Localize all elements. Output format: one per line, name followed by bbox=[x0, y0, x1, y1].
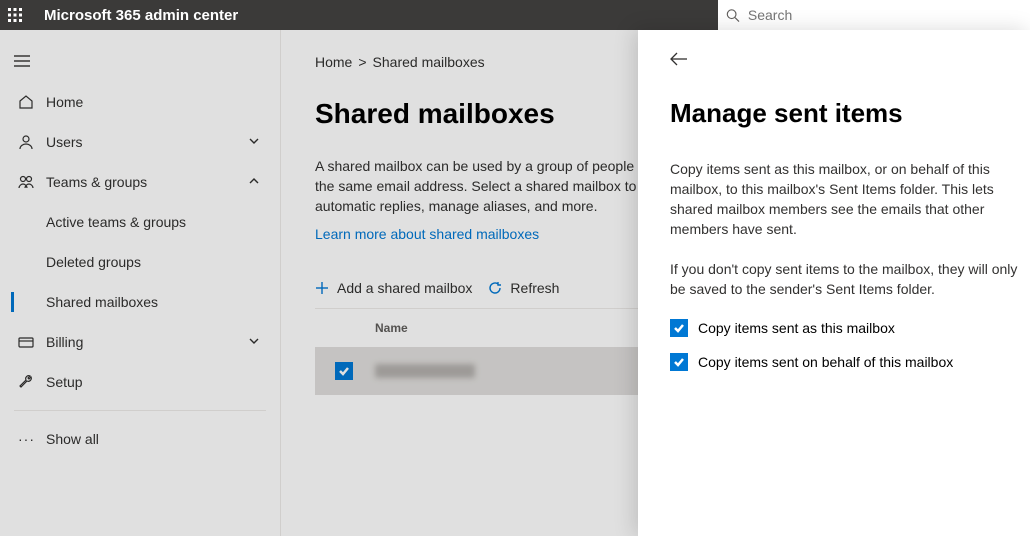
chevron-down-icon bbox=[248, 334, 260, 350]
check-icon bbox=[673, 322, 685, 334]
sidebar: Home Users Teams & groups Active teams &… bbox=[0, 30, 281, 536]
panel-description-2: If you don't copy sent items to the mail… bbox=[670, 259, 1030, 299]
group-icon bbox=[18, 174, 34, 190]
checkbox-label: Copy items sent on behalf of this mailbo… bbox=[698, 354, 953, 370]
sidebar-item-active-teams[interactable]: Active teams & groups bbox=[0, 202, 280, 242]
checkbox-label: Copy items sent as this mailbox bbox=[698, 320, 895, 336]
search-input[interactable] bbox=[748, 7, 1022, 23]
sidebar-item-billing[interactable]: Billing bbox=[0, 322, 280, 362]
breadcrumb-current[interactable]: Shared mailboxes bbox=[373, 54, 485, 70]
copy-sent-as-checkbox-row[interactable]: Copy items sent as this mailbox bbox=[670, 319, 1030, 337]
row-checkbox[interactable] bbox=[335, 362, 353, 380]
sidebar-item-home[interactable]: Home bbox=[0, 82, 280, 122]
billing-icon bbox=[18, 334, 34, 350]
column-name: Name bbox=[375, 321, 408, 335]
search-box[interactable] bbox=[718, 0, 1030, 30]
search-icon bbox=[726, 8, 740, 23]
sidebar-item-label: Shared mailboxes bbox=[46, 294, 158, 310]
sidebar-item-label: Users bbox=[46, 134, 83, 150]
sidebar-item-label: Active teams & groups bbox=[46, 214, 186, 230]
breadcrumb-home[interactable]: Home bbox=[315, 54, 352, 70]
plus-icon bbox=[315, 281, 329, 295]
toolbar-label: Add a shared mailbox bbox=[337, 280, 472, 296]
more-icon: ··· bbox=[18, 431, 34, 447]
sidebar-item-label: Home bbox=[46, 94, 83, 110]
add-shared-mailbox-button[interactable]: Add a shared mailbox bbox=[315, 280, 472, 296]
checkbox[interactable] bbox=[670, 353, 688, 371]
mailbox-name-redacted bbox=[375, 364, 475, 378]
panel-title: Manage sent items bbox=[670, 98, 1030, 129]
sidebar-item-label: Setup bbox=[46, 374, 83, 390]
learn-more-link[interactable]: Learn more about shared mailboxes bbox=[315, 226, 539, 242]
back-button[interactable] bbox=[670, 52, 690, 72]
sidebar-item-users[interactable]: Users bbox=[0, 122, 280, 162]
check-icon bbox=[673, 356, 685, 368]
arrow-left-icon bbox=[670, 52, 688, 66]
wrench-icon bbox=[18, 374, 34, 390]
copy-sent-on-behalf-checkbox-row[interactable]: Copy items sent on behalf of this mailbo… bbox=[670, 353, 1030, 371]
sidebar-item-deleted-groups[interactable]: Deleted groups bbox=[0, 242, 280, 282]
hamburger-icon[interactable] bbox=[0, 44, 44, 78]
user-icon bbox=[18, 134, 34, 150]
refresh-icon bbox=[488, 281, 502, 295]
sidebar-item-teams-groups[interactable]: Teams & groups bbox=[0, 162, 280, 202]
manage-sent-items-panel: Manage sent items Copy items sent as thi… bbox=[638, 30, 1030, 536]
chevron-down-icon bbox=[248, 134, 260, 150]
sidebar-item-label: Deleted groups bbox=[46, 254, 141, 270]
app-launcher-icon[interactable] bbox=[0, 0, 30, 30]
home-icon bbox=[18, 94, 34, 110]
checkbox[interactable] bbox=[670, 319, 688, 337]
sidebar-item-setup[interactable]: Setup bbox=[0, 362, 280, 402]
toolbar-label: Refresh bbox=[510, 280, 559, 296]
sidebar-item-show-all[interactable]: ··· Show all bbox=[0, 419, 280, 459]
refresh-button[interactable]: Refresh bbox=[488, 280, 559, 296]
brand-title: Microsoft 365 admin center bbox=[44, 7, 238, 24]
header: Microsoft 365 admin center bbox=[0, 0, 1030, 30]
sidebar-item-label: Show all bbox=[46, 431, 99, 447]
check-icon bbox=[338, 365, 350, 377]
sidebar-item-shared-mailboxes[interactable]: Shared mailboxes bbox=[0, 282, 280, 322]
chevron-up-icon bbox=[248, 174, 260, 190]
sidebar-divider bbox=[14, 410, 266, 411]
sidebar-item-label: Billing bbox=[46, 334, 83, 350]
sidebar-item-label: Teams & groups bbox=[46, 174, 147, 190]
panel-description-1: Copy items sent as this mailbox, or on b… bbox=[670, 159, 1030, 239]
